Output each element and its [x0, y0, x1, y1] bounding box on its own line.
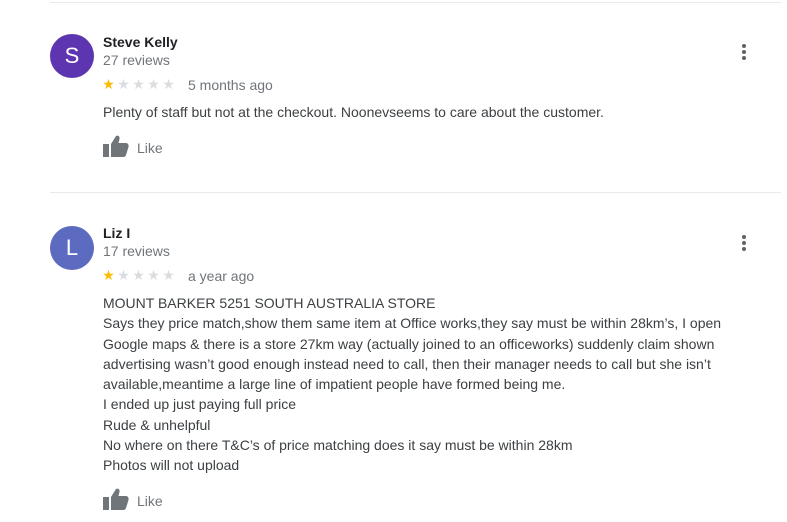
star-empty-icon: ★ [162, 267, 175, 283]
star-empty-icon: ★ [147, 76, 160, 92]
star-empty-icon: ★ [117, 267, 130, 283]
review-text: Plenty of staff but not at the checkout.… [103, 102, 773, 122]
thumb-up-icon [103, 135, 129, 162]
star-rating: ★ ★ ★ ★ ★ [101, 76, 176, 92]
more-vert-icon[interactable] [733, 41, 755, 63]
review-text: MOUNT BARKER 5251 SOUTH AUSTRALIA STORE … [103, 293, 773, 476]
like-label: Like [137, 140, 163, 156]
avatar[interactable]: S [50, 34, 94, 78]
more-vert-icon[interactable] [733, 232, 755, 254]
review-text-line: I ended up just paying full price [103, 396, 297, 413]
reviewer-name[interactable]: Steve Kelly [103, 34, 178, 50]
star-empty-icon: ★ [132, 267, 145, 283]
review-time: 5 months ago [188, 77, 273, 93]
star-empty-icon: ★ [147, 267, 160, 283]
star-filled-icon: ★ [102, 76, 115, 92]
star-empty-icon: ★ [117, 76, 130, 92]
review-text-line: Photos will not upload [103, 457, 240, 474]
review-text-line: Plenty of staff but not at the checkout.… [103, 104, 604, 120]
star-empty-icon: ★ [132, 76, 145, 92]
avatar[interactable]: L [50, 226, 94, 270]
star-rating: ★ ★ ★ ★ ★ [101, 267, 176, 283]
review-count[interactable]: 27 reviews [103, 52, 170, 68]
review-text-line: Rude & unhelpful [103, 416, 211, 433]
thumb-up-icon [103, 488, 129, 515]
review-count[interactable]: 17 reviews [103, 243, 170, 259]
review-text-line: Says they price match,show them same ite… [103, 315, 722, 332]
like-button[interactable]: Like [103, 488, 163, 515]
reviewer-name[interactable]: Liz I [103, 225, 130, 241]
star-empty-icon: ★ [162, 76, 175, 92]
review-text-line: Google maps & there is a store 27km way … [103, 335, 715, 352]
review-text-line: MOUNT BARKER 5251 SOUTH AUSTRALIA STORE [103, 295, 436, 311]
star-filled-icon: ★ [102, 267, 115, 283]
like-label: Like [137, 493, 163, 509]
review-text-line: No where on there T&C’s of price matchin… [103, 437, 573, 454]
review-text-line: advertising wasn’t good enough instead n… [103, 355, 711, 372]
review-text-line: available,meantime a large line of impat… [103, 376, 566, 393]
review-time: a year ago [188, 268, 255, 284]
top-divider [50, 2, 781, 3]
like-button[interactable]: Like [103, 135, 163, 162]
review-divider [50, 192, 781, 193]
